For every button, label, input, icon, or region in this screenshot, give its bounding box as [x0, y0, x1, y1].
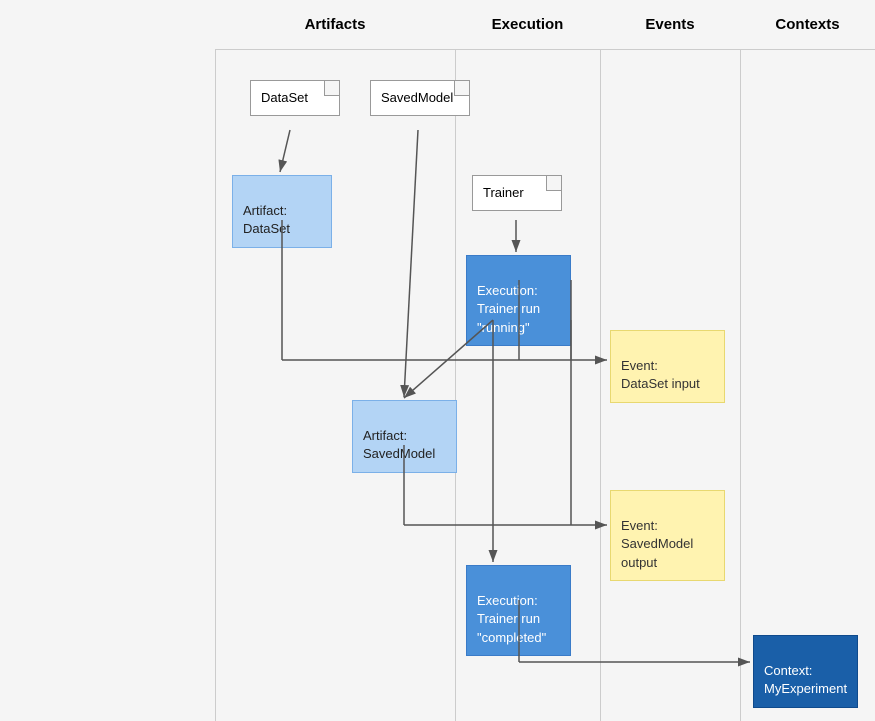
node-event-dataset-input: Event: DataSet input [610, 330, 725, 403]
col-header-contexts: Contexts [740, 16, 875, 33]
node-context-myexperiment: Context: MyExperiment [753, 635, 858, 708]
vline-col2 [600, 0, 601, 721]
node-execution-completed: Execution: Trainer run "completed" [466, 565, 571, 656]
node-savedmodel-type: SavedModel [370, 80, 470, 116]
node-event-savedmodel-output: Event: SavedModel output [610, 490, 725, 581]
col-header-execution: Execution [455, 16, 600, 33]
node-execution-running: Execution: Trainer run "running" [466, 255, 571, 346]
node-artifact-dataset: Artifact: DataSet [232, 175, 332, 248]
col-header-artifacts: Artifacts [215, 16, 455, 33]
node-artifact-savedmodel: Artifact: SavedModel [352, 400, 457, 473]
col-header-events: Events [600, 16, 740, 33]
node-trainer-type: Trainer [472, 175, 562, 211]
vline-col3 [740, 0, 741, 721]
diagram-container: Artifacts Execution Events Contexts Data… [0, 0, 875, 721]
node-dataset-type: DataSet [250, 80, 340, 116]
vline-left [215, 0, 216, 721]
